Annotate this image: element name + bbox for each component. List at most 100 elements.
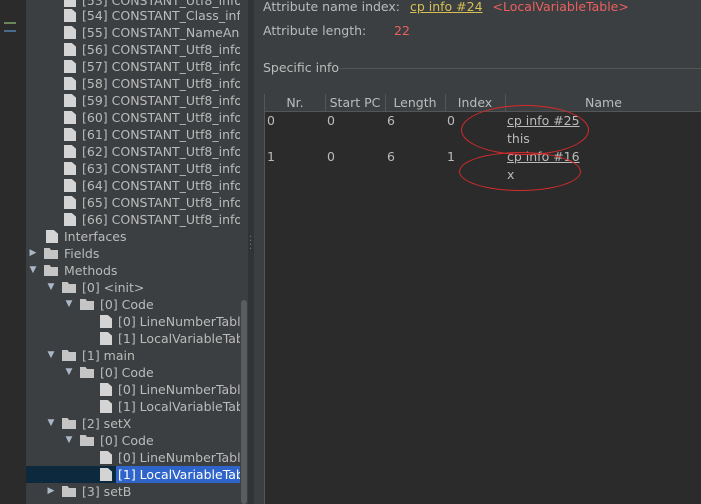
tree-item-constant[interactable]: [54] CONSTANT_Class_info — [26, 7, 240, 24]
tree-item-label: [56] CONSTANT_Utf8_info — [82, 42, 240, 57]
annotation-ellipse — [459, 152, 581, 191]
tree-item-methods[interactable]: ▼ Methods — [26, 262, 240, 279]
tree-item-method-setx[interactable]: ▼ [2] setX — [26, 415, 240, 432]
tree-item-constant[interactable]: [62] CONSTANT_Utf8_info — [26, 143, 240, 160]
tree-item-label: [0] LineNumberTable — [118, 450, 240, 465]
tree-item-local-variable-table-selected[interactable]: [1] LocalVariableTable — [26, 466, 240, 483]
cell-length: 6 — [387, 113, 395, 128]
tree-item-constant[interactable]: [57] CONSTANT_Utf8_info — [26, 58, 240, 75]
tree-item-method-init[interactable]: ▼ [0] <init> — [26, 279, 240, 296]
file-icon — [100, 383, 112, 396]
tree-item-constant[interactable]: [58] CONSTANT_Utf8_info — [26, 75, 240, 92]
tree-item-fields[interactable]: ▶ Fields — [26, 245, 240, 262]
tree-item-interfaces[interactable]: Interfaces — [26, 228, 240, 245]
folder-icon — [62, 418, 76, 429]
file-icon — [100, 468, 112, 481]
tree-item-label: [59] CONSTANT_Utf8_info — [82, 93, 240, 108]
file-icon — [64, 43, 76, 56]
class-structure-tree[interactable]: [53] CONSTANT_Utf8_info [54] CONSTANT_Cl… — [26, 0, 240, 504]
tree-item-code[interactable]: ▼ [0] Code — [26, 364, 240, 381]
table-header: Nr. Start PC Length Index Name — [265, 94, 701, 112]
tree-item-line-number-table[interactable]: [0] LineNumberTable — [26, 381, 240, 398]
tree-item-label: [65] CONSTANT_Utf8_info — [82, 195, 240, 210]
chevron-down-icon[interactable]: ▼ — [46, 415, 56, 432]
tree-item-label: [57] CONSTANT_Utf8_info — [82, 59, 240, 74]
file-icon — [100, 315, 112, 328]
tree-item-constant[interactable]: [56] CONSTANT_Utf8_info — [26, 41, 240, 58]
file-icon — [64, 145, 76, 158]
folder-icon — [80, 367, 94, 378]
file-icon — [64, 26, 76, 39]
attribute-name-index-row: Attribute name index: cp info #24 <Local… — [263, 0, 629, 14]
tree-item-label: [63] CONSTANT_Utf8_info — [82, 161, 240, 176]
tree-item-constant[interactable]: [61] CONSTANT_Utf8_info — [26, 126, 240, 143]
tree-item-method-setb[interactable]: ▶ [3] setB — [26, 483, 240, 500]
column-header-start-pc[interactable]: Start PC — [325, 94, 386, 111]
annotation-ellipse — [461, 105, 589, 155]
editor-gutter — [0, 0, 26, 504]
tree-item-label: [62] CONSTANT_Utf8_info — [82, 144, 240, 159]
tree-item-code[interactable]: ▼ [0] Code — [26, 296, 240, 313]
tree-item-local-variable-table[interactable]: [1] LocalVariableTable — [26, 330, 240, 347]
chevron-down-icon[interactable]: ▼ — [64, 296, 74, 313]
file-icon — [100, 400, 112, 413]
tree-item-constant[interactable]: [63] CONSTANT_Utf8_info — [26, 160, 240, 177]
file-icon — [46, 230, 58, 243]
tree-item-constant[interactable]: [55] CONSTANT_NameAndTypeInfo — [26, 24, 240, 41]
file-icon — [64, 162, 76, 175]
tree-item-label: [1] LocalVariableTable — [118, 331, 240, 346]
tree-scrollbar[interactable] — [240, 0, 248, 504]
tree-item-label: [0] LineNumberTable — [118, 314, 240, 329]
file-icon — [64, 9, 76, 22]
attribute-length-label: Attribute length: — [263, 23, 367, 38]
tree-item-label: [1] main — [82, 348, 135, 363]
tree-item-label: [1] LocalVariableTable — [118, 399, 240, 414]
scrollbar-thumb[interactable] — [241, 300, 247, 504]
tree-item-constant[interactable]: [60] CONSTANT_Utf8_info — [26, 109, 240, 126]
cell-start-pc: 0 — [327, 149, 335, 164]
tree-item-line-number-table[interactable]: [0] LineNumberTable — [26, 449, 240, 466]
tree-item-label: [66] CONSTANT_Utf8_info — [82, 212, 240, 227]
folder-icon — [62, 282, 76, 293]
cell-index: 1 — [447, 149, 455, 164]
folder-icon — [44, 265, 58, 276]
tree-item-label: [61] CONSTANT_Utf8_info — [82, 127, 240, 142]
chevron-down-icon[interactable]: ▼ — [46, 347, 56, 364]
tree-item-constant[interactable]: [66] CONSTANT_Utf8_info — [26, 211, 240, 228]
tree-item-label: [0] <init> — [82, 280, 145, 295]
chevron-down-icon[interactable]: ▼ — [64, 432, 74, 449]
attribute-name-index-link[interactable]: cp info #24 — [410, 0, 483, 14]
column-header-nr[interactable]: Nr. — [265, 94, 326, 111]
tree-item-constant[interactable]: [65] CONSTANT_Utf8_info — [26, 194, 240, 211]
column-header-length[interactable]: Length — [385, 94, 446, 111]
cell-index: 0 — [447, 113, 455, 128]
attribute-name-index-label: Attribute name index: — [263, 0, 400, 14]
chevron-down-icon[interactable]: ▼ — [64, 364, 74, 381]
tree-item-local-variable-table[interactable]: [1] LocalVariableTable — [26, 398, 240, 415]
tree-item-label: Interfaces — [64, 229, 127, 244]
tree-item-label: [60] CONSTANT_Utf8_info — [82, 110, 240, 125]
chevron-down-icon[interactable]: ▼ — [28, 262, 38, 279]
tree-item-label: [54] CONSTANT_Class_info — [82, 8, 240, 23]
tree-item-line-number-table[interactable]: [0] LineNumberTable — [26, 313, 240, 330]
tree-item-method-main[interactable]: ▼ [1] main — [26, 347, 240, 364]
folder-icon — [62, 486, 76, 497]
tree-item-constant[interactable]: [64] CONSTANT_Utf8_info — [26, 177, 240, 194]
tree-item-code[interactable]: ▼ [0] Code — [26, 432, 240, 449]
section-divider — [340, 68, 701, 69]
file-icon — [64, 0, 76, 7]
tree-item-constant[interactable]: [59] CONSTANT_Utf8_info — [26, 92, 240, 109]
cell-length: 6 — [387, 149, 395, 164]
chevron-right-icon[interactable]: ▶ — [46, 483, 56, 500]
folder-icon — [80, 435, 94, 446]
tree-item-label: [0] Code — [100, 297, 154, 312]
chevron-down-icon[interactable]: ▼ — [46, 279, 56, 296]
specific-info-title: Specific info — [263, 60, 340, 75]
splitter-grip-icon: · · · · — [249, 232, 253, 255]
file-icon — [100, 332, 112, 345]
tree-item-label: [2] setX — [82, 416, 132, 431]
chevron-right-icon[interactable]: ▶ — [28, 245, 38, 262]
tree-item-label: [0] Code — [100, 365, 154, 380]
cell-nr: 1 — [267, 149, 275, 164]
file-icon — [64, 196, 76, 209]
